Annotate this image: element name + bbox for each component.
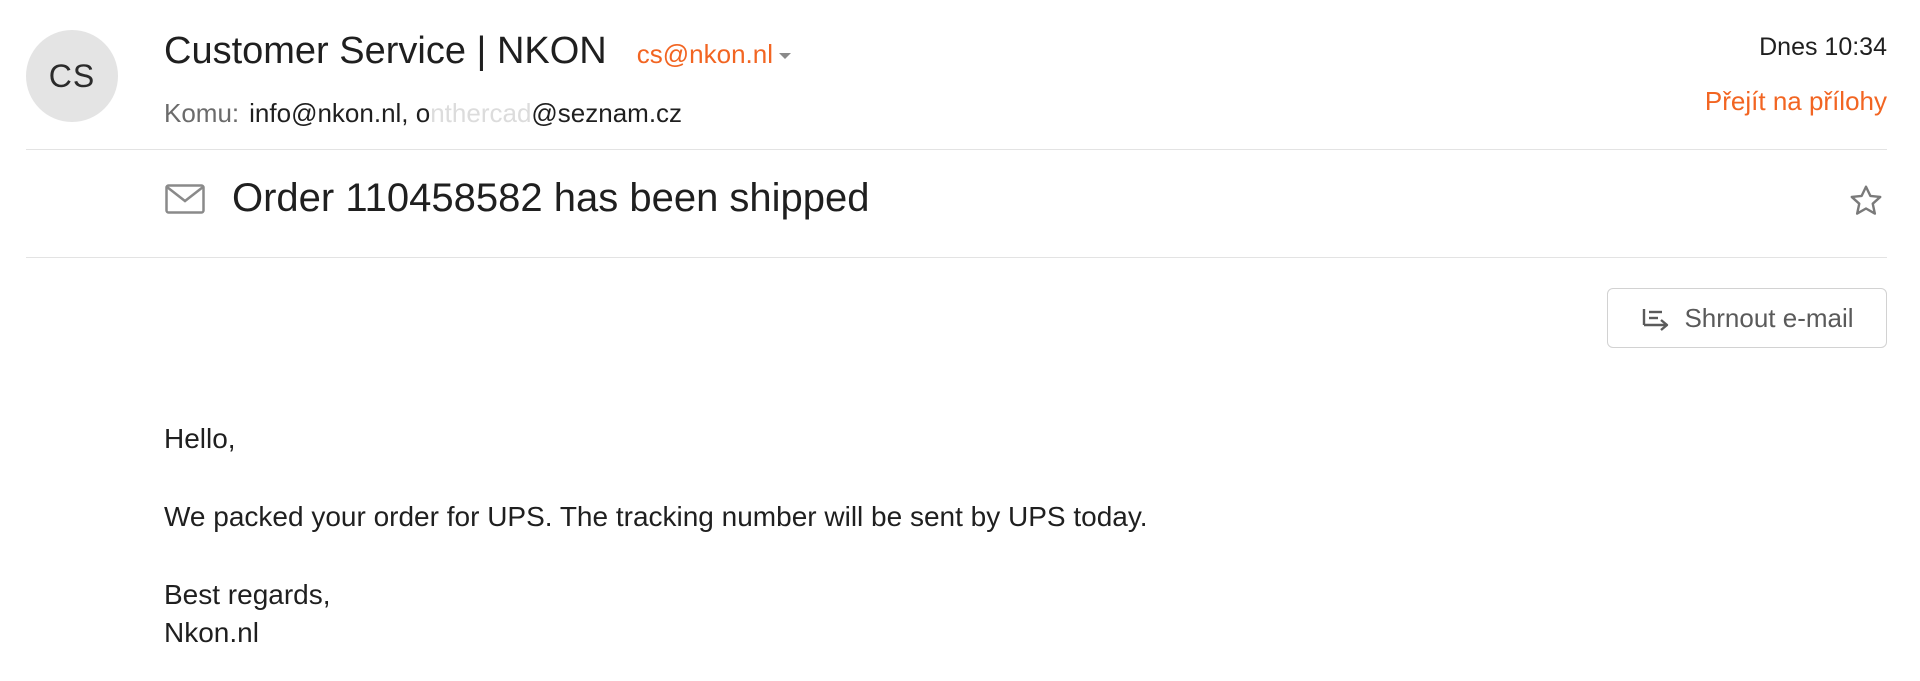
recipients-visible-end: @seznam.cz [531,98,683,128]
sender-email[interactable]: cs@nkon.nl [637,39,773,70]
recipients-label: Komu: [164,98,240,128]
summarize-icon [1643,309,1669,331]
summarize-email-button[interactable]: Shrnout e-mail [1607,288,1887,348]
body-greeting: Hello, [164,423,236,454]
sender-avatar[interactable]: CS [26,30,118,122]
recipients-obscured: nthercad [430,98,532,128]
email-view: CS Customer Service | NKON cs@nkon.nl Ko… [0,0,1920,681]
sender-line: Customer Service | NKON cs@nkon.nl [164,30,791,73]
body-signature: Nkon.nl [164,617,259,648]
email-body: Hello, We packed your order for UPS. The… [164,420,1148,652]
email-subject: Order 110458582 has been shipped [232,176,870,220]
body-message: We packed your order for UPS. The tracki… [164,501,1148,532]
recipients-visible-start: info@nkon.nl, o [249,98,431,128]
chevron-down-icon[interactable] [779,52,791,59]
sender-name[interactable]: Customer Service | NKON [164,30,607,73]
summarize-email-label: Shrnout e-mail [1684,302,1854,333]
recipients-list[interactable]: info@nkon.nl, onthercad@seznam.cz [249,98,682,128]
subject-divider [26,257,1887,258]
body-closing: Best regards, [164,579,331,610]
received-date: Dnes 10:34 [1759,33,1887,61]
header-divider [26,149,1887,150]
star-outline-icon[interactable] [1848,183,1884,219]
go-to-attachments-link[interactable]: Přejít na přílohy [1705,86,1887,117]
recipients: Komu: info@nkon.nl, onthercad@seznam.cz [164,98,682,129]
envelope-icon [165,184,205,214]
